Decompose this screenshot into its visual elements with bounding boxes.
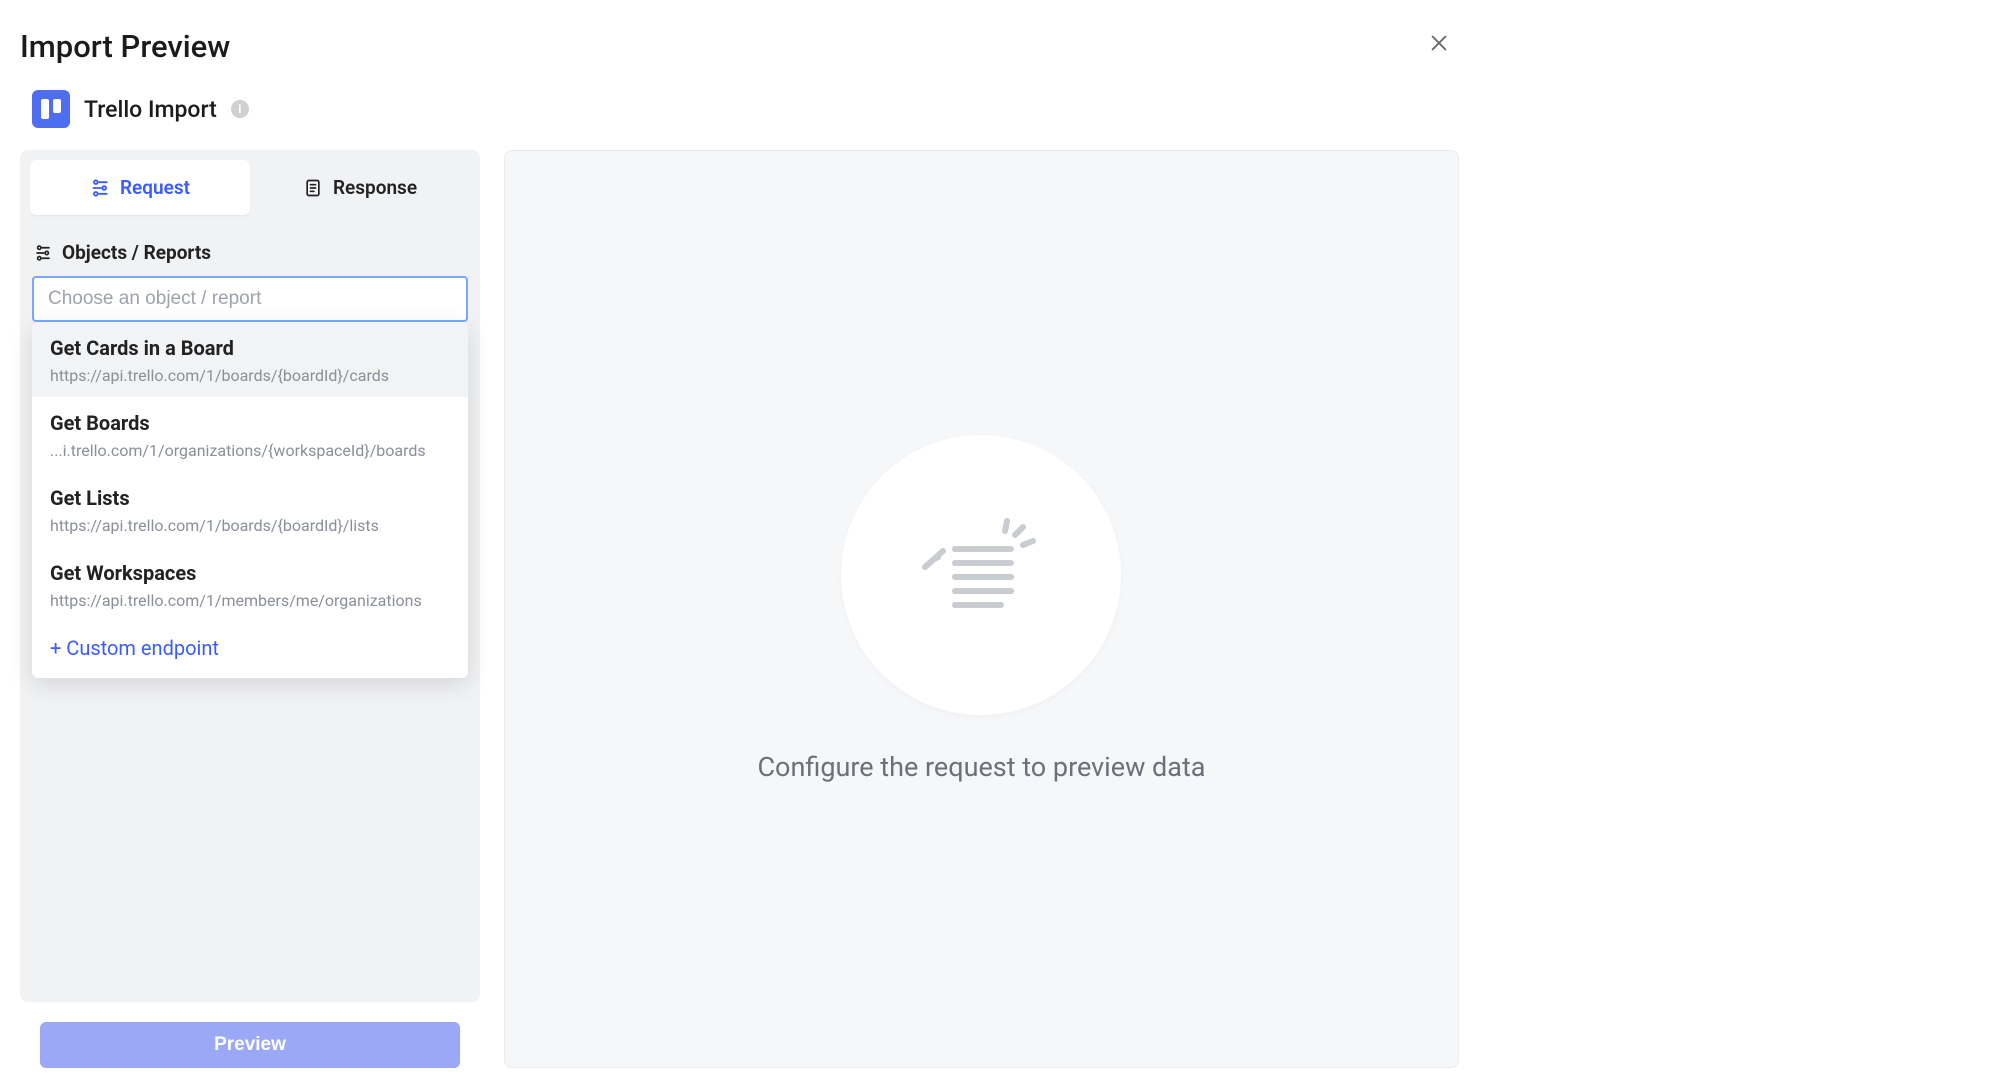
dropdown-item-sub: ...i.trello.com/1/organizations/{workspa… — [50, 441, 450, 460]
request-icon — [90, 178, 110, 198]
sidebar: Request Response — [20, 150, 480, 1092]
dropdown-item[interactable]: Get Boards ...i.trello.com/1/organizatio… — [32, 397, 468, 472]
dropdown-item-title: Get Lists — [50, 486, 450, 510]
close-icon — [1428, 32, 1450, 61]
sidebar-body: Request Response — [20, 150, 480, 1002]
empty-state: Configure the request to preview data — [757, 435, 1205, 783]
info-icon[interactable]: i — [231, 100, 249, 118]
modal-header: Import Preview — [20, 18, 1979, 84]
dropdown-item-sub: https://api.trello.com/1/boards/{boardId… — [50, 366, 450, 385]
trello-icon — [32, 90, 70, 128]
objects-section-header: Objects / Reports — [32, 241, 468, 276]
empty-document-icon — [911, 505, 1051, 645]
close-button[interactable] — [1419, 26, 1459, 66]
dropdown-item-sub: https://api.trello.com/1/boards/{boardId… — [50, 516, 450, 535]
dropdown-item[interactable]: Get Workspaces https://api.trello.com/1/… — [32, 547, 468, 622]
request-panel: Objects / Reports Get Cards in a Board h… — [20, 215, 480, 1002]
empty-state-illustration — [841, 435, 1121, 715]
custom-endpoint-option[interactable]: + Custom endpoint — [32, 622, 468, 678]
tab-request-label: Request — [120, 176, 190, 199]
dropdown-item[interactable]: Get Lists https://api.trello.com/1/board… — [32, 472, 468, 547]
tabs: Request Response — [20, 150, 480, 215]
content-row: Request Response — [20, 150, 1979, 1092]
objects-section-label: Objects / Reports — [62, 241, 211, 264]
empty-state-message: Configure the request to preview data — [757, 751, 1205, 783]
tab-response-label: Response — [333, 176, 417, 199]
preview-pane: Configure the request to preview data — [504, 150, 1459, 1068]
source-name: Trello Import — [84, 96, 217, 123]
dropdown-item-title: Get Cards in a Board — [50, 336, 450, 360]
dropdown-item-title: Get Workspaces — [50, 561, 450, 585]
preview-button-label: Preview — [214, 1034, 286, 1055]
page-title: Import Preview — [20, 28, 230, 65]
custom-endpoint-label: + Custom endpoint — [50, 636, 219, 660]
dropdown-item-title: Get Boards — [50, 411, 450, 435]
dropdown-item[interactable]: Get Cards in a Board https://api.trello.… — [32, 322, 468, 397]
dropdown-item-sub: https://api.trello.com/1/members/me/orga… — [50, 591, 450, 610]
sliders-icon — [34, 244, 52, 262]
object-dropdown: Get Cards in a Board https://api.trello.… — [32, 322, 468, 678]
tab-response[interactable]: Response — [250, 160, 470, 215]
response-icon — [303, 178, 323, 198]
import-preview-modal: Import Preview Trello Import i — [0, 0, 1999, 1092]
object-report-input[interactable] — [32, 276, 468, 322]
tab-request[interactable]: Request — [30, 160, 250, 215]
preview-button[interactable]: Preview — [40, 1022, 460, 1068]
source-row: Trello Import i — [20, 84, 1979, 150]
